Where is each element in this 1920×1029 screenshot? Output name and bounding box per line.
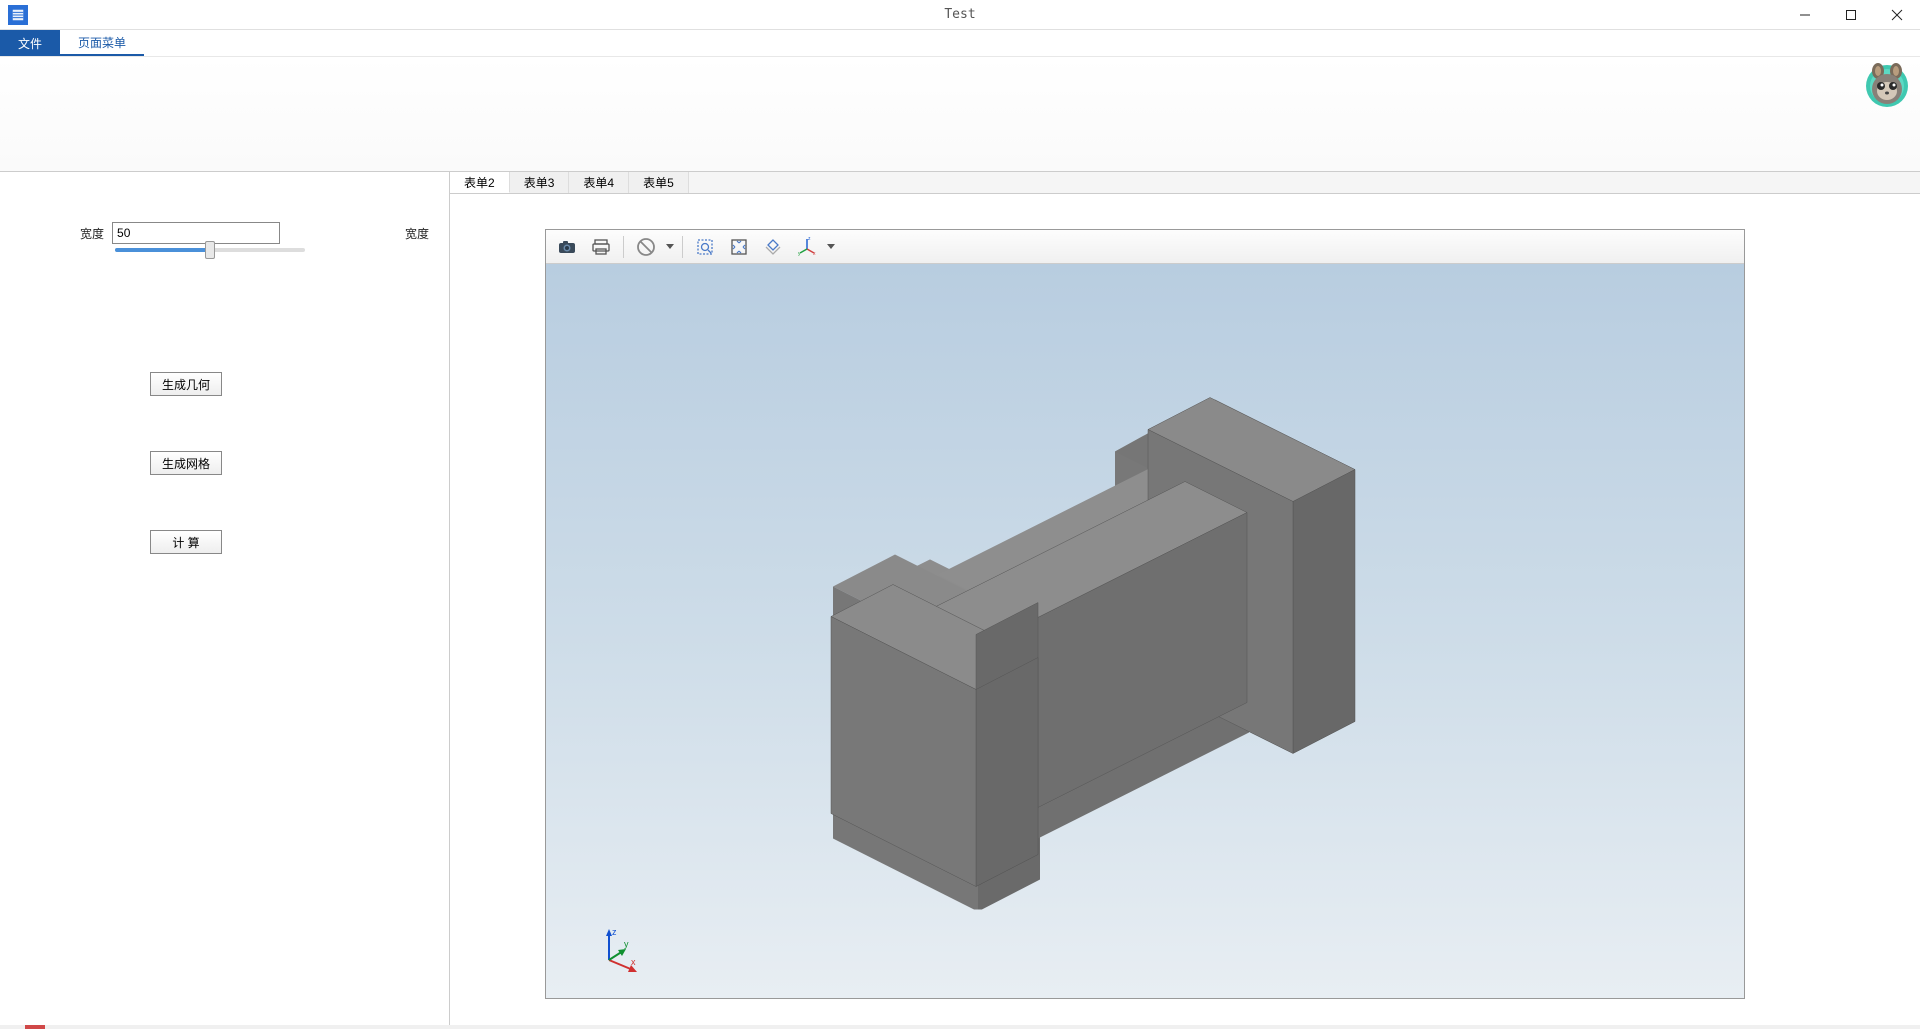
left-panel: 宽度 生成几何 生成网格 计 算 宽度 (0, 172, 450, 1029)
tab-form2[interactable]: 表单2 (450, 172, 510, 193)
svg-text:y: y (624, 939, 629, 949)
avatar[interactable] (1864, 63, 1910, 109)
minimize-button[interactable] (1782, 0, 1828, 30)
zoom-fit-icon[interactable] (724, 233, 754, 261)
tab-form3[interactable]: 表单3 (510, 172, 570, 193)
slider-thumb[interactable] (205, 241, 215, 259)
width-slider[interactable] (115, 248, 305, 252)
svg-text:z: z (612, 927, 617, 937)
window-title: Test (944, 7, 975, 22)
camera-icon[interactable] (552, 233, 582, 261)
menu-page[interactable]: 页面菜单 (60, 30, 144, 56)
viewport-container: z x y (450, 194, 1920, 1029)
generate-mesh-button[interactable]: 生成网格 (150, 451, 222, 475)
status-indicator (25, 1025, 45, 1029)
stop-icon[interactable] (631, 233, 661, 261)
window-controls (1782, 0, 1920, 30)
menu-file[interactable]: 文件 (0, 30, 60, 56)
width-input[interactable] (112, 222, 280, 244)
dropdown-arrow-icon[interactable] (826, 244, 836, 250)
maximize-button[interactable] (1828, 0, 1874, 30)
viewport-toolbar: z x y (546, 230, 1744, 264)
tab-strip: 表单2 表单3 表单4 表单5 (450, 172, 1920, 194)
close-button[interactable] (1874, 0, 1920, 30)
main-content: 宽度 生成几何 生成网格 计 算 宽度 表单2 (0, 172, 1920, 1029)
model-3d (795, 350, 1495, 913)
menubar: 文件 页面菜单 (0, 30, 1920, 57)
ribbon-area (0, 57, 1920, 172)
generate-geometry-button[interactable]: 生成几何 (150, 372, 222, 396)
viewport-area: 表单2 表单3 表单4 表单5 (450, 172, 1920, 1029)
svg-text:x: x (631, 957, 636, 967)
rotate-view-icon[interactable] (758, 233, 788, 261)
svg-text:z: z (808, 237, 811, 242)
width-label: 宽度 (80, 225, 104, 242)
width-label-right: 宽度 (405, 222, 429, 554)
titlebar: Test (0, 0, 1920, 30)
tab-form5[interactable]: 表单5 (629, 172, 689, 193)
axis-indicator: z x y (591, 925, 641, 978)
print-icon[interactable] (586, 233, 616, 261)
width-input-row: 宽度 (20, 222, 345, 244)
axis-toggle-icon[interactable]: z x y (792, 233, 822, 261)
app-icon (8, 5, 28, 25)
viewport-3d[interactable]: z x y (546, 264, 1744, 998)
status-bar (0, 1025, 1920, 1029)
viewport-frame: z x y (545, 229, 1745, 999)
dropdown-arrow-icon[interactable] (665, 244, 675, 250)
svg-text:x: x (813, 251, 816, 257)
zoom-region-icon[interactable] (690, 233, 720, 261)
tab-form4[interactable]: 表单4 (569, 172, 629, 193)
compute-button[interactable]: 计 算 (150, 530, 222, 554)
